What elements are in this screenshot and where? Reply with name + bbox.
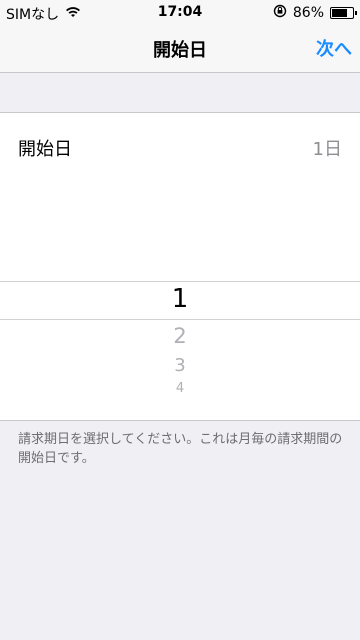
picker-selection-bottom-line — [0, 319, 360, 320]
start-date-row[interactable]: 開始日 1日 — [0, 113, 360, 181]
battery-icon — [330, 7, 357, 19]
day-picker[interactable]: 1 2 3 4 — [0, 180, 360, 421]
start-date-value: 1日 — [312, 139, 342, 160]
screen: SIMなし 17:04 86% 開始日 次へ 開始日 1日 1 2 3 4 請求… — [0, 0, 360, 640]
status-right: 86% — [273, 4, 357, 22]
rotation-lock-icon — [273, 4, 287, 22]
start-date-label: 開始日 — [18, 139, 72, 160]
next-button[interactable]: 次へ — [316, 35, 352, 61]
picker-item-2[interactable]: 2 — [0, 324, 360, 348]
status-bar: SIMなし 17:04 86% — [0, 0, 360, 24]
battery-tip — [355, 11, 357, 15]
footer-note: 請求期日を選択してください。これは月毎の請求期間の開始日です。 — [18, 432, 343, 466]
navigation-bar: 開始日 次へ — [0, 24, 360, 73]
picker-selection-top-line — [0, 281, 360, 282]
picker-item-1[interactable]: 1 — [0, 284, 360, 314]
picker-item-3[interactable]: 3 — [0, 355, 360, 376]
settings-group: 開始日 1日 — [0, 112, 360, 181]
page-title: 開始日 — [153, 40, 207, 61]
battery-fill — [332, 9, 347, 17]
battery-percentage: 86% — [292, 5, 324, 21]
picker-item-4[interactable]: 4 — [0, 381, 360, 392]
